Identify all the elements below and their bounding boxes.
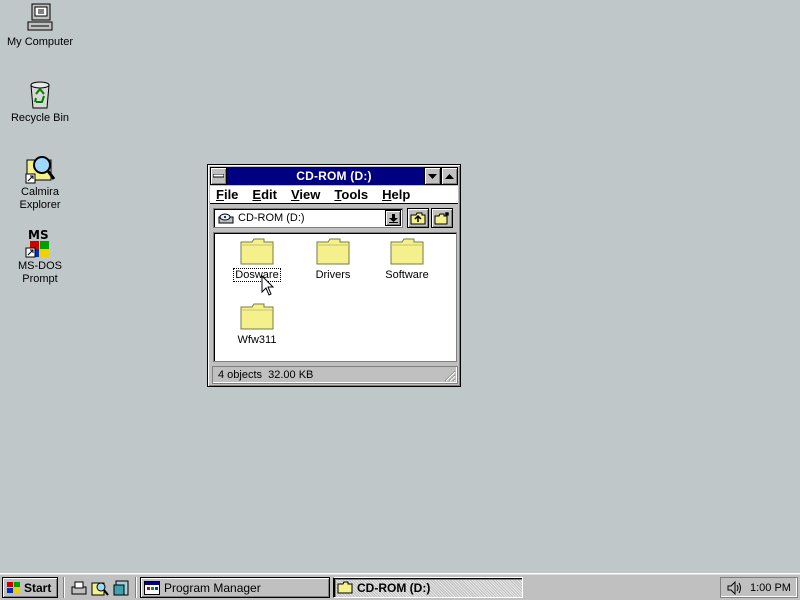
toolbar: CD-ROM (D:)	[210, 205, 458, 231]
find-icon[interactable]	[91, 579, 109, 597]
status-bar: 4 objects 32.00 KB	[212, 366, 458, 384]
system-menu-button[interactable]	[210, 167, 227, 185]
system-menu-icon	[213, 174, 224, 178]
folder-wfw311[interactable]: Wfw311	[222, 302, 292, 346]
folder-label: Software	[385, 269, 429, 281]
folder-label: Dosware	[233, 268, 281, 282]
desktop-icon-label-line2: Prompt	[22, 273, 58, 285]
folder-label: Drivers	[315, 269, 351, 281]
desktop-icon-ms-dos-prompt[interactable]: MS MS-DOS Prompt	[0, 226, 80, 286]
system-tray: 1:00 PM	[720, 577, 798, 598]
cd-drive-icon	[218, 213, 234, 224]
folder-icon	[240, 303, 274, 330]
taskbar-separator	[63, 577, 65, 598]
taskbar: Start Program Manager CD-ROM (D:) 1:00 P…	[0, 573, 800, 600]
desktop-icon-calmira-explorer[interactable]: Calmira Explorer	[0, 152, 80, 212]
status-text: 4 objects 32.00 KB	[218, 369, 314, 381]
window-title: CD-ROM (D:)	[296, 169, 372, 183]
clock[interactable]: 1:00 PM	[750, 582, 791, 594]
task-label: Program Manager	[164, 580, 261, 595]
drive-select-dropdown-button[interactable]	[385, 210, 401, 226]
resize-grip-icon[interactable]	[444, 370, 456, 382]
desktop-icon-label: My Computer	[6, 36, 74, 48]
folder-label: Wfw311	[237, 334, 277, 346]
program-manager-icon	[144, 580, 160, 595]
menu-bar: File Edit View Tools Help	[210, 186, 458, 204]
explorer-icon[interactable]	[113, 579, 131, 597]
menu-view[interactable]: View	[291, 187, 320, 202]
folder-icon	[390, 238, 424, 265]
my-computer-icon	[27, 3, 53, 31]
desktop-icon-label-line1: Calmira	[21, 186, 59, 198]
new-folder-icon	[434, 211, 449, 224]
task-program-manager[interactable]: Program Manager	[140, 577, 330, 598]
folder-icon	[316, 238, 350, 265]
arrow-up-icon	[445, 173, 454, 179]
drive-select[interactable]: CD-ROM (D:)	[213, 208, 403, 228]
up-one-level-button[interactable]	[407, 208, 429, 228]
recycle-bin-icon	[30, 81, 50, 109]
menu-file[interactable]: File	[216, 187, 238, 202]
folder-software[interactable]: Software	[372, 237, 442, 281]
maximize-button[interactable]	[441, 167, 458, 185]
menu-tools[interactable]: Tools	[334, 187, 368, 202]
folder-drivers[interactable]: Drivers	[298, 237, 368, 281]
svg-text:MS: MS	[28, 228, 49, 242]
desktop-icon-label: Recycle Bin	[10, 112, 70, 124]
menu-help[interactable]: Help	[382, 187, 410, 202]
folder-up-icon	[410, 212, 426, 224]
desktop-icon-label-line1: MS-DOS	[18, 260, 62, 272]
dropdown-arrow-icon	[388, 213, 398, 223]
folder-dosware[interactable]: Dosware	[222, 237, 292, 282]
new-folder-button[interactable]	[431, 208, 453, 228]
calmira-explorer-icon	[25, 156, 56, 184]
arrow-down-icon	[428, 173, 437, 179]
minimize-button[interactable]	[424, 167, 441, 185]
explorer-window[interactable]: CD-ROM (D:) File Edit View Tools Help CD…	[207, 164, 461, 387]
task-cd-rom[interactable]: CD-ROM (D:)	[333, 577, 523, 598]
desktop-icon-label-line2: Explorer	[19, 199, 61, 211]
title-bar[interactable]: CD-ROM (D:)	[210, 167, 458, 185]
drive-select-value: CD-ROM (D:)	[238, 212, 305, 224]
start-logo-icon	[7, 581, 20, 593]
desktop-icon-recycle-bin[interactable]: Recycle Bin	[0, 78, 80, 125]
ms-dos-icon: MS	[25, 228, 49, 258]
folder-icon	[240, 238, 274, 265]
volume-icon[interactable]	[726, 580, 742, 595]
taskbar-separator	[135, 577, 137, 598]
folder-icon	[337, 581, 353, 594]
start-button[interactable]: Start	[2, 577, 58, 598]
desktop-icon-my-computer[interactable]: My Computer	[0, 2, 80, 49]
menu-edit[interactable]: Edit	[252, 187, 277, 202]
task-label: CD-ROM (D:)	[357, 580, 431, 595]
file-list[interactable]: Dosware Drivers Software Wfw311	[213, 232, 457, 362]
printer-icon[interactable]	[70, 579, 88, 597]
start-label: Start	[24, 580, 52, 595]
